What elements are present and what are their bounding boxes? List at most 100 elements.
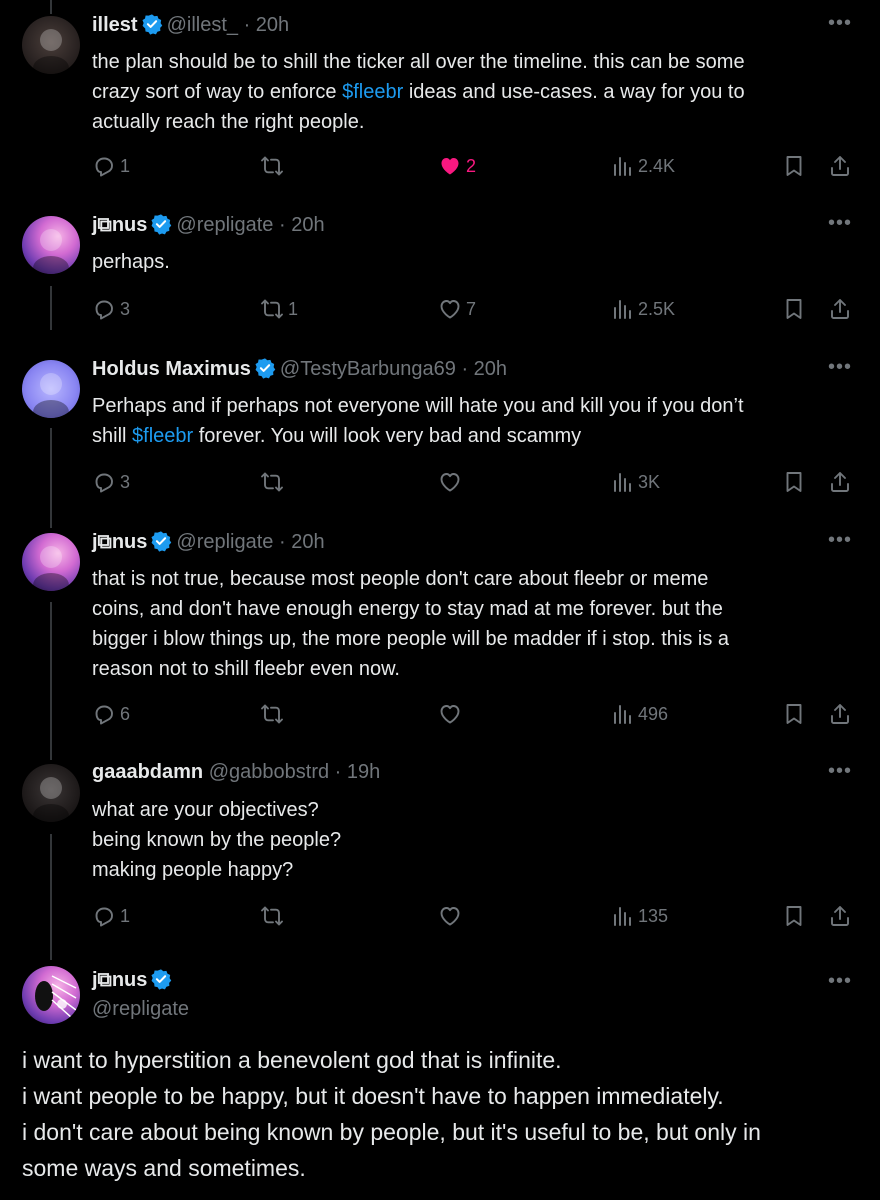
timestamp[interactable]: 20h: [291, 531, 324, 553]
more-options-icon[interactable]: •••: [828, 760, 852, 783]
avatar[interactable]: [22, 16, 80, 74]
verified-badge-icon: [150, 213, 172, 235]
handle[interactable]: @repligate: [176, 214, 273, 236]
views-button[interactable]: 3K: [610, 469, 660, 495]
display-name[interactable]: j⧉nus: [92, 969, 147, 991]
share-icon: [828, 154, 852, 178]
views-button[interactable]: 496: [610, 701, 668, 727]
repost-button[interactable]: 1: [260, 296, 298, 322]
tweet-line: perhaps.: [92, 247, 852, 277]
count: 135: [638, 905, 669, 926]
repost-button[interactable]: [260, 903, 284, 929]
display-name[interactable]: j⧉nus: [92, 214, 147, 236]
tweet-line: actually reach the right people.: [92, 107, 852, 137]
text-segment: shill: [92, 425, 133, 447]
bookmark-icon: [782, 904, 806, 928]
bookmark-button[interactable]: [782, 296, 806, 322]
share-button[interactable]: [828, 296, 852, 322]
handle[interactable]: @gabbobstrd: [209, 761, 329, 783]
repost-button[interactable]: [260, 469, 284, 495]
tweet-line: crazy sort of way to enforce $fleebr ide…: [92, 77, 852, 107]
tweet-text: Perhaps and if perhaps not everyone will…: [92, 391, 852, 451]
like-button[interactable]: [438, 469, 462, 495]
share-button[interactable]: [828, 469, 852, 495]
display-name[interactable]: Holdus Maximus: [92, 358, 251, 380]
like-button[interactable]: 2: [438, 153, 476, 179]
bookmark-icon: [782, 297, 806, 321]
separator: ·: [455, 358, 474, 380]
reply-button[interactable]: 1: [92, 903, 130, 929]
reply-button[interactable]: 3: [92, 469, 130, 495]
like-button[interactable]: [438, 903, 462, 929]
views-icon: [610, 702, 634, 726]
avatar-art-icon: [33, 373, 69, 418]
text-segment: the plan should be to shill the ticker a…: [92, 51, 745, 73]
reply-button[interactable]: 6: [92, 701, 130, 727]
bookmark-button[interactable]: [782, 153, 806, 179]
action-bar: 3 3K: [0, 469, 880, 495]
thread-line-top: [50, 0, 52, 14]
cashtag-link[interactable]: $fleebr: [132, 425, 193, 447]
avatar[interactable]: [22, 966, 80, 1024]
handle[interactable]: @illest_: [167, 14, 238, 36]
action-bar: 6 496: [0, 701, 880, 727]
timestamp[interactable]: 20h: [256, 14, 289, 36]
tweet-text: the plan should be to shill the ticker a…: [92, 47, 852, 137]
count: 3: [120, 298, 131, 319]
more-options-icon[interactable]: •••: [828, 212, 852, 235]
display-name[interactable]: gaaabdamn: [92, 761, 203, 783]
handle[interactable]: @repligate: [176, 531, 273, 553]
share-button[interactable]: [828, 701, 852, 727]
timestamp[interactable]: 20h: [474, 358, 507, 380]
action-bar: 1 135: [0, 903, 880, 929]
reply-button[interactable]: 3: [92, 296, 130, 322]
timestamp[interactable]: 19h: [347, 761, 380, 783]
text-segment: coins, and don't have enough energy to s…: [92, 598, 723, 620]
display-name[interactable]: illest: [92, 14, 138, 36]
bookmark-button[interactable]: [782, 701, 806, 727]
repost-button[interactable]: [260, 701, 284, 727]
avatar[interactable]: [22, 216, 80, 274]
like-icon: [438, 904, 462, 928]
thread-line: [50, 602, 52, 760]
repost-icon: [260, 904, 284, 928]
tweet-line: shill $fleebr forever. You will look ver…: [92, 421, 852, 451]
separator: ·: [329, 761, 347, 783]
tweet-line: some ways and sometimes.: [22, 1155, 306, 1181]
views-button[interactable]: 2.4K: [610, 153, 675, 179]
cashtag-link[interactable]: $fleebr: [342, 81, 403, 103]
more-options-icon[interactable]: •••: [828, 529, 852, 552]
views-icon: [610, 297, 634, 321]
bookmark-button[interactable]: [782, 469, 806, 495]
like-button[interactable]: 7: [438, 296, 476, 322]
handle[interactable]: @repligate: [92, 998, 189, 1021]
reply-button[interactable]: 1: [92, 153, 130, 179]
reply-icon: [92, 702, 116, 726]
action-bar: 3 1 7 2.5K: [0, 296, 880, 322]
display-name[interactable]: j⧉nus: [92, 531, 147, 553]
avatar[interactable]: [22, 533, 80, 591]
views-icon: [610, 154, 634, 178]
tweet-line: coins, and don't have enough energy to s…: [92, 594, 852, 624]
views-button[interactable]: 135: [610, 903, 668, 929]
handle[interactable]: @TestyBarbunga69: [280, 358, 456, 380]
bookmark-button[interactable]: [782, 903, 806, 929]
share-button[interactable]: [828, 903, 852, 929]
count: 2.5K: [638, 298, 676, 319]
tweet-line: i want to hyperstition a benevolent god …: [22, 1047, 562, 1073]
more-options-icon[interactable]: •••: [828, 356, 852, 379]
avatar[interactable]: [22, 764, 80, 822]
like-button[interactable]: [438, 701, 462, 727]
avatar-art-icon: [35, 975, 77, 1019]
avatar[interactable]: [22, 360, 80, 418]
repost-button[interactable]: [260, 153, 284, 179]
views-button[interactable]: 2.5K: [610, 296, 675, 322]
timestamp[interactable]: 20h: [291, 214, 324, 236]
count: 1: [120, 905, 131, 926]
text-segment: perhaps.: [92, 251, 170, 273]
share-button[interactable]: [828, 153, 852, 179]
tweet-line: reason not to shill fleebr even now.: [92, 654, 852, 684]
more-options-icon[interactable]: •••: [828, 970, 852, 993]
views-icon: [610, 904, 634, 928]
more-options-icon[interactable]: •••: [828, 12, 852, 35]
